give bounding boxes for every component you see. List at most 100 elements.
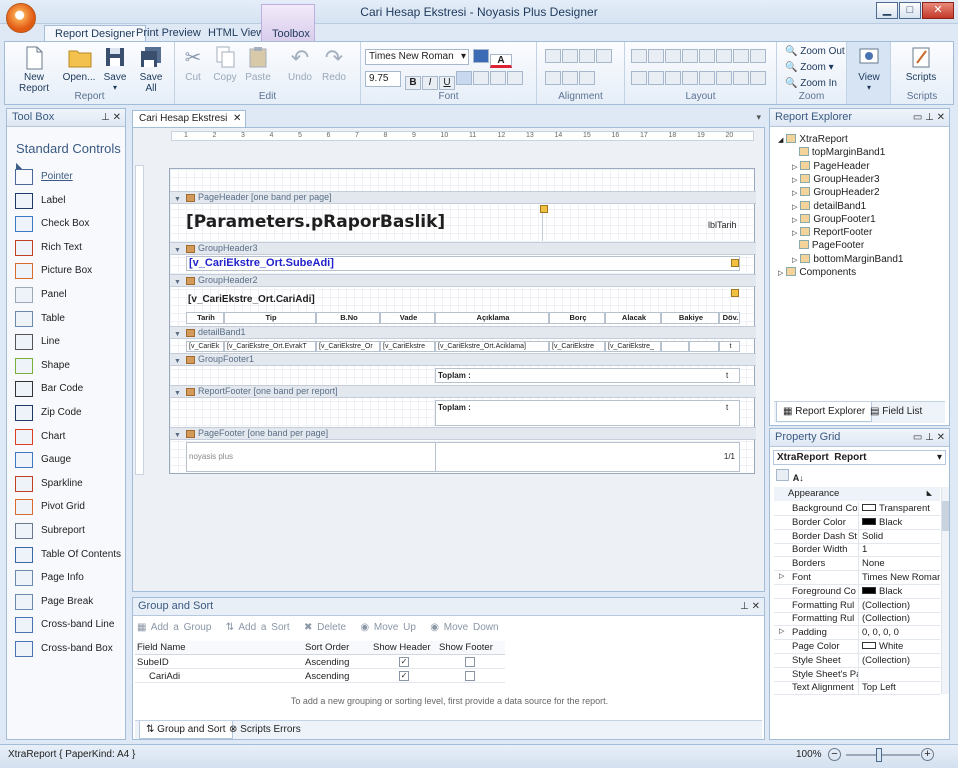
layout-icon[interactable] (750, 49, 766, 63)
page-footer-area[interactable]: noyasis plus 1/1 (186, 442, 740, 472)
property-value[interactable]: Transparent (858, 502, 940, 515)
detail-cell[interactable] (661, 341, 689, 352)
property-row[interactable]: Border Width 1 (774, 543, 940, 558)
band-group-header3[interactable]: ▼ GroupHeader3 (170, 242, 756, 255)
save-all-button[interactable]: Save All (133, 45, 169, 94)
align-icon[interactable] (545, 71, 561, 85)
layout-icon[interactable] (699, 49, 715, 63)
sort-order-cell[interactable]: Ascending (305, 671, 349, 682)
property-value[interactable] (858, 667, 940, 681)
app-logo-icon[interactable] (6, 3, 36, 33)
tree-expander-icon[interactable] (792, 243, 796, 250)
column-header[interactable]: B.No (316, 312, 380, 324)
property-row[interactable]: ▷ Font Times New Roman... (774, 571, 940, 585)
tab-dropdown-icon[interactable]: ▾ (756, 112, 761, 123)
column-header[interactable]: Tarih (186, 312, 224, 324)
sube-field[interactable]: [v_CariEkstre_Ort.SubeAdi] (186, 256, 740, 271)
detail-cell[interactable]: [v_CariEk (186, 341, 224, 352)
property-value[interactable]: 0, 0, 0, 0 (858, 626, 940, 640)
column-header[interactable]: Döv. (719, 312, 740, 324)
toolbox-item-rich-text[interactable]: Rich Text (15, 238, 125, 261)
property-row[interactable]: Style Sheet's Pa (774, 667, 940, 682)
column-header[interactable]: Açıklama (435, 312, 549, 324)
align-icon[interactable] (562, 71, 578, 85)
zoom-in-button[interactable]: 🔍 Zoom In (785, 78, 837, 89)
add-group-button[interactable]: ▦ Add a Group (137, 622, 211, 633)
tree-item[interactable]: ▷ ReportFooter (792, 226, 872, 239)
tree-expander-icon[interactable] (792, 150, 796, 157)
copy-button[interactable]: Copy (211, 45, 239, 83)
property-row[interactable]: Style Sheet (Collection) (774, 653, 940, 668)
font-color-icon[interactable]: A (490, 54, 512, 68)
toolbox-item-table[interactable]: Table (15, 309, 125, 332)
align-icon[interactable] (596, 49, 612, 63)
property-row[interactable]: Formatting Rul (Collection) (774, 612, 940, 627)
property-value[interactable]: None (858, 557, 940, 571)
pin-icon[interactable]: ⊥ ✕ (740, 598, 760, 615)
band-group-footer[interactable]: ▼ GroupFooter1 (170, 353, 756, 366)
add-sort-button[interactable]: ⇅ Add a Sort (226, 622, 290, 633)
property-value[interactable]: 1 (858, 543, 940, 557)
tree-expander-icon[interactable]: ▷ (792, 164, 797, 171)
report-title-field[interactable]: [Parameters.pRaporBaslik] (186, 212, 445, 232)
object-selector[interactable]: XtraReport Report ▾ (773, 450, 946, 465)
report-page[interactable]: ▼ PageHeader [one band per page] [Paramet… (169, 168, 756, 474)
layout-icon[interactable] (682, 49, 698, 63)
property-row[interactable]: Borders None (774, 557, 940, 572)
property-value[interactable]: (Collection) (858, 598, 940, 612)
scrollbar[interactable] (941, 487, 949, 694)
layout-icon[interactable] (648, 49, 664, 63)
align-icon[interactable] (562, 49, 578, 63)
detail-cell[interactable]: t (719, 341, 740, 352)
property-value[interactable]: (Collection) (858, 653, 940, 667)
property-row[interactable]: Text Alignment Top Left (774, 681, 940, 696)
categorized-icon[interactable] (776, 469, 789, 481)
band-page-header[interactable]: ▼ PageHeader [one band per page] (170, 191, 756, 204)
align-left-icon[interactable] (456, 71, 472, 85)
tree-expander-icon[interactable]: ▷ (792, 217, 797, 224)
tree-item[interactable]: ▷ PageHeader (792, 160, 870, 173)
layout-icon[interactable] (716, 49, 732, 63)
layout-icon[interactable] (750, 71, 766, 85)
tree-item[interactable]: ◢ XtraReport (778, 133, 848, 146)
detail-cell[interactable]: [v_CariEkstre (549, 341, 605, 352)
property-value[interactable]: Top Left (858, 681, 940, 695)
toolbox-item-subreport[interactable]: Subreport (15, 521, 125, 544)
minimize-button[interactable]: ▁ (876, 2, 898, 19)
detail-cell[interactable]: [v_CariEkstre_Ort.Aciklama] (435, 341, 549, 352)
toolbox-item-table-of-contents[interactable]: Table Of Contents (15, 545, 125, 568)
toolbox-item-panel[interactable]: Panel (15, 285, 125, 308)
toolbox-item-cross-band-box[interactable]: Cross-band Box (15, 639, 125, 662)
pin-icon[interactable]: ▭ ⊥ ✕ (913, 429, 945, 446)
column-header[interactable]: Bakiye (661, 312, 719, 324)
smart-tag-icon[interactable] (731, 259, 739, 267)
tab-report-explorer[interactable]: ▦ Report Explorer (776, 402, 873, 422)
toolbox-item-shape[interactable]: Shape (15, 356, 125, 379)
property-value[interactable]: Times New Roman... (858, 571, 940, 584)
smart-tag-icon[interactable] (540, 205, 548, 213)
toolbox-item-line[interactable]: Line (15, 332, 125, 355)
layout-icon[interactable] (699, 71, 715, 85)
property-value[interactable]: Black (858, 584, 940, 598)
layout-icon[interactable] (648, 71, 664, 85)
zoom-slider-thumb[interactable] (876, 748, 882, 762)
align-icon[interactable] (579, 71, 595, 85)
date-label-field[interactable]: lblTarih (708, 220, 737, 230)
property-row[interactable]: ▷ Padding 0, 0, 0, 0 (774, 626, 940, 641)
tree-item[interactable]: ▷ bottomMarginBand1 (792, 253, 903, 266)
italic-button[interactable]: I (422, 76, 438, 90)
tree-item[interactable]: PageFooter (792, 239, 864, 252)
report-total-row[interactable]: Toplam : t (435, 400, 740, 426)
font-name-select[interactable]: Times New Roman ▾ (365, 49, 469, 65)
layout-icon[interactable] (631, 49, 647, 63)
delete-button[interactable]: ✖ Delete (304, 622, 346, 633)
band-page-footer[interactable]: ▼ PageFooter [one band per page] (170, 427, 756, 440)
alphabetical-icon[interactable]: A↓ (793, 473, 804, 483)
toolbox-item-label[interactable]: Label (15, 191, 125, 214)
toolbox-item-check-box[interactable]: Check Box (15, 214, 125, 237)
sort-order-cell[interactable]: Ascending (305, 657, 349, 668)
tree-expander-icon[interactable]: ▷ (778, 270, 783, 277)
show-header-checkbox[interactable]: ✓ (399, 671, 409, 681)
zoom-slider[interactable] (846, 754, 920, 756)
layout-icon[interactable] (665, 71, 681, 85)
